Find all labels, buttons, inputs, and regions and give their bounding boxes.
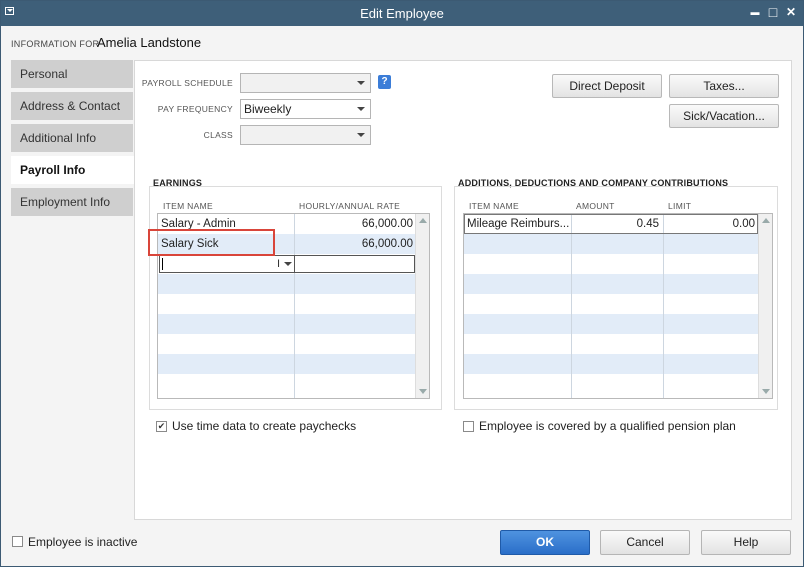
additions-col-amount: AMOUNT <box>576 201 615 211</box>
help-icon[interactable]: ? <box>378 75 391 89</box>
earnings-edit-row[interactable]: I <box>159 255 415 273</box>
chevron-down-icon <box>357 81 365 85</box>
highlight-box <box>148 229 275 256</box>
edit-employee-window: Edit Employee ▬ □ ✕ INFORMATION FOR Amel… <box>0 0 804 567</box>
table-row[interactable] <box>464 234 772 254</box>
pay-frequency-dropdown[interactable]: Biweekly <box>240 99 371 119</box>
table-row[interactable] <box>464 354 772 374</box>
employee-inactive-label[interactable]: Employee is inactive <box>28 535 137 549</box>
tab-employment-info[interactable]: Employment Info <box>11 188 133 216</box>
minimize-icon[interactable]: ▬ <box>747 4 763 20</box>
checkmark-icon: ✔ <box>157 421 166 431</box>
table-row[interactable] <box>464 334 772 354</box>
column-divider <box>294 214 295 398</box>
pay-frequency-label: PAY FREQUENCY <box>157 104 233 114</box>
table-row[interactable] <box>464 274 772 294</box>
ok-button[interactable]: OK <box>500 530 590 555</box>
tab-list: Personal Address & Contact Additional In… <box>11 60 135 220</box>
additions-scrollbar[interactable] <box>758 214 772 398</box>
pension-plan-checkbox[interactable] <box>463 421 474 432</box>
close-icon[interactable]: ✕ <box>783 4 799 20</box>
tab-personal[interactable]: Personal <box>11 60 133 88</box>
ibeam-cursor-icon: I <box>277 258 281 270</box>
additions-col-item-name: ITEM NAME <box>469 201 519 211</box>
payroll-schedule-label: PAYROLL SCHEDULE <box>141 78 233 88</box>
table-row[interactable] <box>464 314 772 334</box>
information-for-label: INFORMATION FOR <box>11 39 100 49</box>
taxes-button[interactable]: Taxes... <box>669 74 779 98</box>
pay-frequency-value: Biweekly <box>244 102 292 116</box>
chevron-down-icon[interactable] <box>284 262 292 266</box>
payroll-info-panel: PAYROLL SCHEDULE ? PAY FREQUENCY Biweekl… <box>134 60 792 520</box>
tab-payroll-info[interactable]: Payroll Info <box>11 156 135 184</box>
help-button[interactable]: Help <box>701 530 791 555</box>
additions-grid[interactable]: Mileage Reimburs... 0.45 0.00 <box>463 213 773 399</box>
use-time-data-checkbox[interactable]: ✔ <box>156 421 167 432</box>
scroll-down-icon[interactable] <box>419 389 427 394</box>
column-divider <box>571 214 572 398</box>
additions-col-limit: LIMIT <box>668 201 692 211</box>
tab-additional-info[interactable]: Additional Info <box>11 124 133 152</box>
direct-deposit-button[interactable]: Direct Deposit <box>552 74 662 98</box>
sick-vacation-button[interactable]: Sick/Vacation... <box>669 104 779 128</box>
window-title: Edit Employee <box>360 6 444 21</box>
column-divider <box>294 256 295 272</box>
tab-address-contact[interactable]: Address & Contact <box>11 92 133 120</box>
title-bar: Edit Employee ▬ □ ✕ <box>1 1 803 26</box>
earnings-rate-cell: 66,000.00 <box>361 238 413 250</box>
employee-inactive-checkbox[interactable] <box>12 536 23 547</box>
cancel-button[interactable]: Cancel <box>600 530 690 555</box>
earnings-col-rate: HOURLY/ANNUAL RATE <box>299 201 401 211</box>
chevron-down-icon <box>357 107 365 111</box>
text-cursor <box>162 258 163 270</box>
selected-row-outline <box>464 214 758 234</box>
scroll-up-icon[interactable] <box>419 218 427 223</box>
class-dropdown[interactable] <box>240 125 371 145</box>
chevron-down-icon <box>357 133 365 137</box>
earnings-scrollbar[interactable] <box>415 214 429 398</box>
pension-plan-label[interactable]: Employee is covered by a qualified pensi… <box>479 419 736 433</box>
column-divider <box>663 214 664 398</box>
table-row[interactable] <box>464 254 772 274</box>
class-label: CLASS <box>203 130 233 140</box>
earnings-col-item-name: ITEM NAME <box>163 201 213 211</box>
scroll-up-icon[interactable] <box>762 218 770 223</box>
earnings-rate-cell: 66,000.00 <box>361 218 413 230</box>
use-time-data-label[interactable]: Use time data to create paychecks <box>172 419 356 433</box>
scroll-down-icon[interactable] <box>762 389 770 394</box>
restore-icon[interactable]: □ <box>765 4 781 20</box>
employee-name: Amelia Landstone <box>97 35 202 50</box>
table-row[interactable] <box>464 294 772 314</box>
table-row[interactable] <box>464 374 772 394</box>
payroll-schedule-dropdown[interactable] <box>240 73 371 93</box>
